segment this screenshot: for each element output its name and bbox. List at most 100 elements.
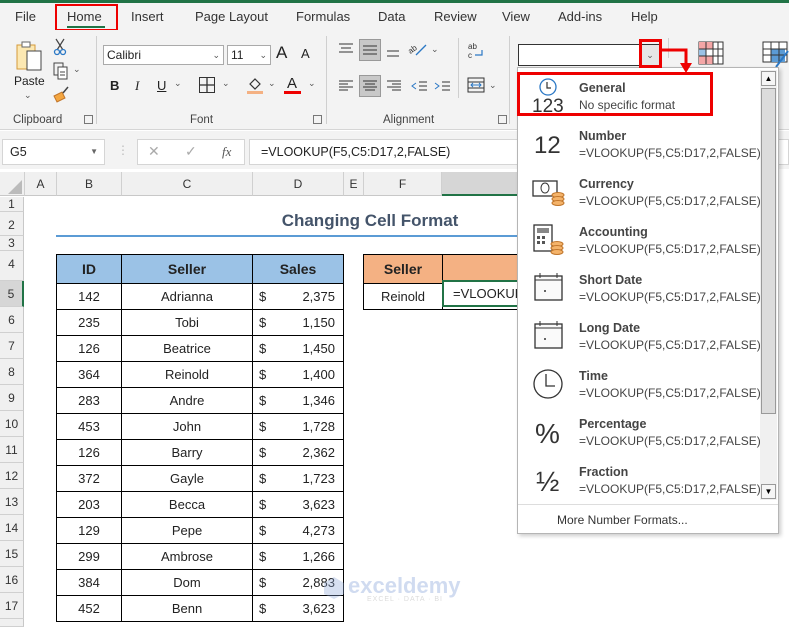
cell-seller[interactable]: Adrianna (121, 283, 253, 310)
align-right-icon[interactable] (385, 78, 403, 94)
copy-icon[interactable] (52, 62, 70, 80)
active-cell-g5[interactable]: =VLOOKUP(F5,C5:D17,2,FALSE) (442, 280, 522, 307)
header-seller[interactable]: Seller (121, 254, 253, 284)
row-header-15[interactable]: 15 (0, 541, 24, 567)
cell-id[interactable]: 129 (56, 517, 122, 544)
tab-insert[interactable]: Insert (131, 9, 164, 24)
bold-button[interactable]: B (110, 78, 119, 93)
cell-id[interactable]: 283 (56, 387, 122, 414)
scroll-thumb[interactable] (761, 88, 776, 414)
tab-file[interactable]: File (15, 9, 36, 24)
cell-sales[interactable]: $2,362 (252, 439, 344, 466)
column-header-a[interactable]: A (25, 172, 57, 196)
wrap-text-icon[interactable]: ab c (466, 40, 486, 62)
paste-button[interactable]: Paste (14, 74, 45, 88)
column-header-d[interactable]: D (253, 172, 344, 196)
format-option-currency[interactable]: Currency =VLOOKUP(F5,C5:D17,2,FALSE) (518, 168, 761, 216)
merge-dropdown-arrow[interactable]: ⌄ (489, 80, 497, 91)
row-header-12[interactable]: 12 (0, 463, 24, 489)
tab-data[interactable]: Data (378, 9, 405, 24)
paste-dropdown-arrow[interactable]: ⌄ (24, 90, 32, 101)
select-all-button[interactable] (0, 172, 25, 196)
cell-seller[interactable]: John (121, 413, 253, 440)
row-header-4[interactable]: 4 (0, 251, 24, 281)
cancel-icon[interactable]: ✕ (148, 143, 160, 160)
cell-sales[interactable]: $1,266 (252, 543, 344, 570)
decrease-indent-icon[interactable] (410, 78, 428, 94)
format-painter-icon[interactable] (52, 86, 70, 104)
orientation-icon[interactable]: ab (408, 40, 428, 58)
borders-icon[interactable] (199, 77, 215, 93)
italic-button[interactable]: I (135, 78, 139, 94)
copy-dropdown-arrow[interactable]: ⌄ (73, 64, 81, 75)
font-color-button[interactable]: A (284, 75, 302, 95)
column-header-c[interactable]: C (122, 172, 253, 196)
row-header-9[interactable]: 9 (0, 385, 24, 411)
conditional-formatting-icon[interactable] (697, 40, 725, 66)
cell-id[interactable]: 384 (56, 569, 122, 596)
underline-button[interactable]: U (157, 78, 166, 93)
middle-align-icon[interactable] (359, 39, 381, 61)
cell-seller[interactable]: Reinold (121, 361, 253, 388)
scroll-up-button[interactable]: ▲ (761, 71, 776, 86)
align-left-icon[interactable] (337, 78, 355, 94)
scroll-down-button[interactable]: ▼ (761, 484, 776, 499)
format-option-accounting[interactable]: Accounting =VLOOKUP(F5,C5:D17,2,FALSE) (518, 216, 761, 264)
format-option-fraction[interactable]: ½ Fraction =VLOOKUP(F5,C5:D17,2,FALSE) (518, 456, 761, 504)
align-center-icon[interactable] (359, 75, 381, 97)
cell-seller[interactable]: Barry (121, 439, 253, 466)
row-header-3[interactable]: 3 (0, 236, 24, 251)
format-option-number[interactable]: 12 Number =VLOOKUP(F5,C5:D17,2,FALSE) (518, 120, 761, 168)
cell-seller[interactable]: Andre (121, 387, 253, 414)
column-header-b[interactable]: B (57, 172, 122, 196)
top-align-icon[interactable] (337, 41, 355, 57)
underline-dropdown-arrow[interactable]: ⌄ (174, 78, 182, 89)
cell-id[interactable]: 126 (56, 335, 122, 362)
cell-id[interactable]: 126 (56, 439, 122, 466)
cell-id[interactable]: 452 (56, 595, 122, 622)
name-box-dropdown-icon[interactable]: ▼ (90, 140, 98, 164)
cell-seller[interactable]: Dom (121, 569, 253, 596)
font-dialog-launcher[interactable] (313, 115, 322, 124)
cell-id[interactable]: 203 (56, 491, 122, 518)
alignment-dialog-launcher[interactable] (498, 115, 507, 124)
format-option-time[interactable]: Time =VLOOKUP(F5,C5:D17,2,FALSE) (518, 360, 761, 408)
cell-id[interactable]: 364 (56, 361, 122, 388)
paste-icon[interactable] (14, 40, 46, 72)
cell-sales[interactable]: $1,728 (252, 413, 344, 440)
lookup-header-seller[interactable]: Seller (363, 254, 443, 284)
cell-sales[interactable]: $4,273 (252, 517, 344, 544)
increase-font-size-button[interactable]: A (276, 43, 287, 63)
cell-seller[interactable]: Tobi (121, 309, 253, 336)
cut-icon[interactable] (52, 38, 68, 56)
format-option-short-date[interactable]: Short Date =VLOOKUP(F5,C5:D17,2,FALSE) (518, 264, 761, 312)
row-header-1[interactable]: 1 (0, 197, 24, 212)
cell-sales[interactable]: $1,346 (252, 387, 344, 414)
insert-function-icon[interactable]: fx (222, 144, 231, 160)
column-header-g[interactable] (442, 172, 522, 196)
borders-dropdown-arrow[interactable]: ⌄ (222, 78, 230, 89)
font-name-combo[interactable]: Calibri ⌄ (103, 45, 224, 65)
cell-id[interactable]: 299 (56, 543, 122, 570)
tab-page-layout[interactable]: Page Layout (195, 9, 268, 24)
cell-id[interactable]: 453 (56, 413, 122, 440)
increase-indent-icon[interactable] (433, 78, 451, 94)
row-header-18[interactable] (0, 619, 24, 627)
more-number-formats[interactable]: More Number Formats... (518, 504, 778, 534)
cell-sales[interactable]: $3,623 (252, 491, 344, 518)
row-header-11[interactable]: 11 (0, 437, 24, 463)
cell-seller[interactable]: Beatrice (121, 335, 253, 362)
tab-add-ins[interactable]: Add-ins (558, 9, 602, 24)
cell-seller[interactable]: Becca (121, 491, 253, 518)
name-box[interactable]: G5 ▼ (2, 139, 105, 165)
tab-review[interactable]: Review (434, 9, 477, 24)
bottom-align-icon[interactable] (385, 43, 401, 59)
row-header-6[interactable]: 6 (0, 307, 24, 333)
fill-color-dropdown-arrow[interactable]: ⌄ (268, 78, 276, 89)
cell-sales[interactable]: $1,450 (252, 335, 344, 362)
font-color-dropdown-arrow[interactable]: ⌄ (308, 78, 316, 89)
clipboard-dialog-launcher[interactable] (84, 115, 93, 124)
enter-icon[interactable]: ✓ (185, 143, 197, 160)
tab-formulas[interactable]: Formulas (296, 9, 350, 24)
orientation-dropdown-arrow[interactable]: ⌄ (431, 44, 439, 55)
